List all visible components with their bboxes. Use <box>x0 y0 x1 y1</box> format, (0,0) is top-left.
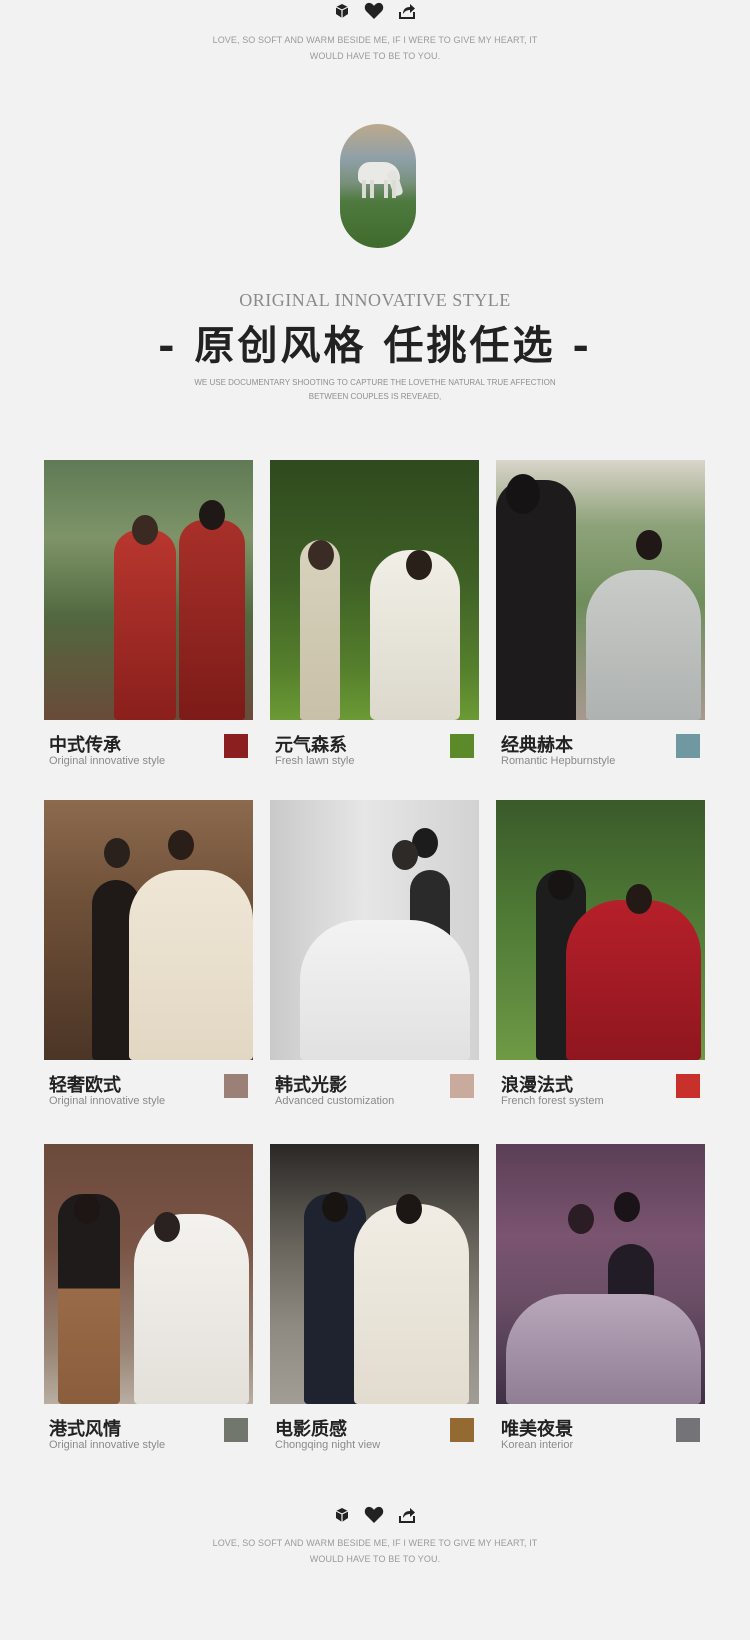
style-title: 轻奢欧式 <box>49 1075 121 1095</box>
style-card[interactable]: 韩式光影 Advanced customization <box>270 800 479 1107</box>
top-tagline: LOVE, SO SOFT AND WARM BESIDE ME, IF I W… <box>0 32 750 64</box>
color-swatch <box>224 1418 248 1442</box>
style-photo <box>496 800 705 1060</box>
cube-icon[interactable] <box>334 1507 350 1523</box>
color-swatch <box>676 1074 700 1098</box>
style-card[interactable]: 港式风情 Original innovative style <box>44 1144 253 1451</box>
color-swatch <box>676 1418 700 1442</box>
description-line: WE USE DOCUMENTARY SHOOTING TO CAPTURE T… <box>194 378 556 387</box>
color-swatch <box>224 1074 248 1098</box>
share-icon[interactable] <box>398 1507 416 1523</box>
style-subtitle: Original innovative style <box>49 1439 166 1451</box>
style-subtitle: Original innovative style <box>49 755 166 767</box>
style-photo <box>44 800 253 1060</box>
color-swatch <box>224 734 248 758</box>
style-title: 唯美夜景 <box>501 1419 573 1439</box>
style-photo <box>44 1144 253 1404</box>
color-swatch <box>450 1074 474 1098</box>
style-subtitle: Chongqing night view <box>275 1439 381 1451</box>
style-title: 中式传承 <box>49 735 121 755</box>
style-photo <box>44 460 253 720</box>
tagline-line: LOVE, SO SOFT AND WARM BESIDE ME, IF I W… <box>212 1538 538 1548</box>
style-title: 韩式光影 <box>275 1075 347 1095</box>
tagline-line: WOULD HAVE TO BE TO YOU. <box>309 51 441 61</box>
heart-icon[interactable] <box>364 1506 384 1524</box>
style-title: 电影质感 <box>275 1419 347 1439</box>
color-swatch <box>450 1418 474 1442</box>
style-photo <box>270 460 479 720</box>
cube-icon[interactable] <box>334 3 350 19</box>
style-title: 港式风情 <box>49 1419 121 1439</box>
style-photo <box>270 800 479 1060</box>
hero-horse-image <box>340 124 416 248</box>
style-subtitle: Romantic Hepburnstyle <box>501 755 616 767</box>
style-title: 浪漫法式 <box>501 1075 573 1095</box>
style-card[interactable]: 中式传承 Original innovative style <box>44 460 253 767</box>
section-title: - 原创风格 任挑任选 - <box>158 322 592 369</box>
style-subtitle: Original innovative style <box>49 1095 166 1107</box>
style-title: 经典赫本 <box>501 735 573 755</box>
style-subtitle: Advanced customization <box>275 1095 395 1107</box>
tagline-line: WOULD HAVE TO BE TO YOU. <box>309 1554 441 1564</box>
style-card[interactable]: 电影质感 Chongqing night view <box>270 1144 479 1451</box>
bottom-tagline: LOVE, SO SOFT AND WARM BESIDE ME, IF I W… <box>0 1535 750 1567</box>
style-photo <box>496 460 705 720</box>
color-swatch <box>676 734 700 758</box>
style-subtitle: French forest system <box>501 1095 604 1107</box>
top-icon-row <box>0 2 750 20</box>
description-line: BETWEEN COUPLES IS REVEAED, <box>308 392 442 401</box>
style-photo <box>270 1144 479 1404</box>
tagline-line: LOVE, SO SOFT AND WARM BESIDE ME, IF I W… <box>212 35 538 45</box>
bottom-icon-row <box>0 1506 750 1524</box>
style-card[interactable]: 元气森系 Fresh lawn style <box>270 460 479 767</box>
style-title: 元气森系 <box>275 735 347 755</box>
style-photo <box>496 1144 705 1404</box>
style-subtitle: Fresh lawn style <box>275 755 355 767</box>
color-swatch <box>450 734 474 758</box>
style-card[interactable]: 轻奢欧式 Original innovative style <box>44 800 253 1107</box>
style-card[interactable]: 唯美夜景 Korean interior <box>496 1144 705 1451</box>
style-subtitle: Korean interior <box>501 1439 574 1451</box>
section-description: WE USE DOCUMENTARY SHOOTING TO CAPTURE T… <box>0 376 750 404</box>
style-card[interactable]: 经典赫本 Romantic Hepburnstyle <box>496 460 705 767</box>
heart-icon[interactable] <box>364 2 384 20</box>
style-card[interactable]: 浪漫法式 French forest system <box>496 800 705 1107</box>
share-icon[interactable] <box>398 3 416 19</box>
section-subtitle: ORIGINAL INNOVATIVE STYLE <box>239 290 511 310</box>
